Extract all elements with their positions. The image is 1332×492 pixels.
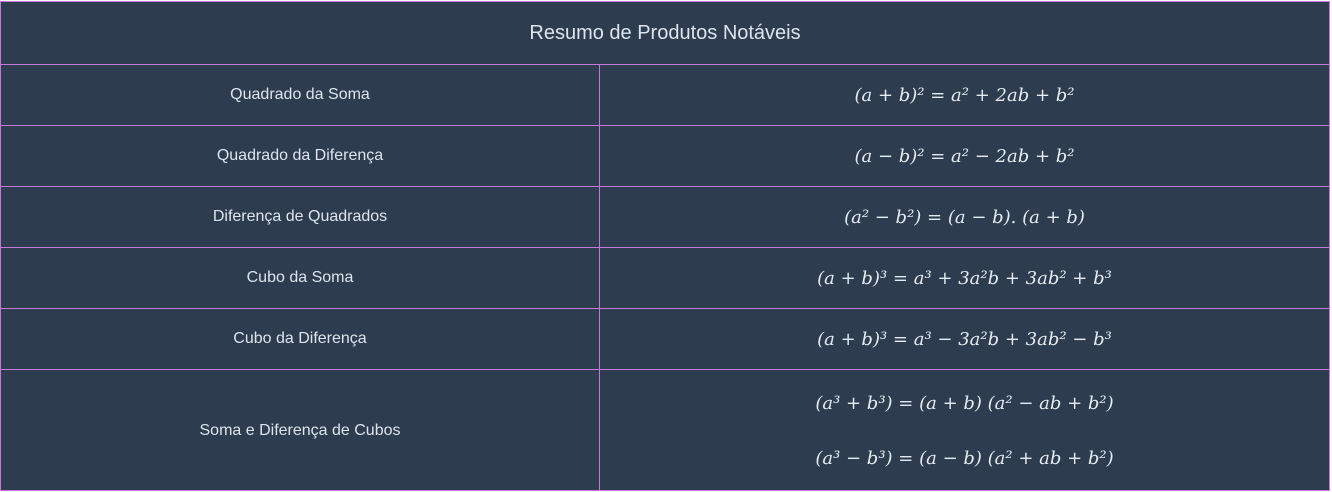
notable-products-table: Resumo de Produtos Notáveis Quadrado da … bbox=[0, 1, 1330, 491]
row-name: Cubo da Soma bbox=[1, 248, 600, 308]
row-name: Cubo da Diferença bbox=[1, 309, 600, 369]
row-name: Quadrado da Diferença bbox=[1, 126, 600, 186]
row-formula-cell: (a³ + b³) = (a + b) (a² − ab + b²) (a³ −… bbox=[600, 370, 1329, 491]
row-name: Diferença de Quadrados bbox=[1, 187, 600, 247]
table-row: Quadrado da Soma (a + b)² = a² + 2ab + b… bbox=[1, 65, 1329, 126]
formula: (a − b)² = a² − 2ab + b² bbox=[854, 145, 1075, 167]
table-row: Cubo da Diferença (a + b)³ = a³ − 3a²b +… bbox=[1, 309, 1329, 370]
formula: (a³ + b³) = (a + b) (a² − ab + b²) bbox=[815, 392, 1114, 414]
formula: (a + b)³ = a³ + 3a²b + 3ab² + b³ bbox=[817, 267, 1112, 289]
row-formula-cell: (a + b)³ = a³ − 3a²b + 3ab² − b³ bbox=[600, 309, 1329, 369]
row-formula-cell: (a + b)² = a² + 2ab + b² bbox=[600, 65, 1329, 125]
row-formula-cell: (a² − b²) = (a − b). (a + b) bbox=[600, 187, 1329, 247]
formula: (a + b)² = a² + 2ab + b² bbox=[854, 84, 1075, 106]
row-name: Quadrado da Soma bbox=[1, 65, 600, 125]
row-formula-cell: (a − b)² = a² − 2ab + b² bbox=[600, 126, 1329, 186]
table-row: Quadrado da Diferença (a − b)² = a² − 2a… bbox=[1, 126, 1329, 187]
table-row: Soma e Diferença de Cubos (a³ + b³) = (a… bbox=[1, 370, 1329, 491]
formula: (a² − b²) = (a − b). (a + b) bbox=[844, 206, 1085, 228]
table-row: Cubo da Soma (a + b)³ = a³ + 3a²b + 3ab²… bbox=[1, 248, 1329, 309]
row-name: Soma e Diferença de Cubos bbox=[1, 370, 600, 491]
row-formula-cell: (a + b)³ = a³ + 3a²b + 3ab² + b³ bbox=[600, 248, 1329, 308]
formula: (a + b)³ = a³ − 3a²b + 3ab² − b³ bbox=[817, 328, 1112, 350]
table-row: Diferença de Quadrados (a² − b²) = (a − … bbox=[1, 187, 1329, 248]
formula: (a³ − b³) = (a − b) (a² + ab + b²) bbox=[815, 447, 1114, 469]
table-title: Resumo de Produtos Notáveis bbox=[1, 2, 1329, 65]
